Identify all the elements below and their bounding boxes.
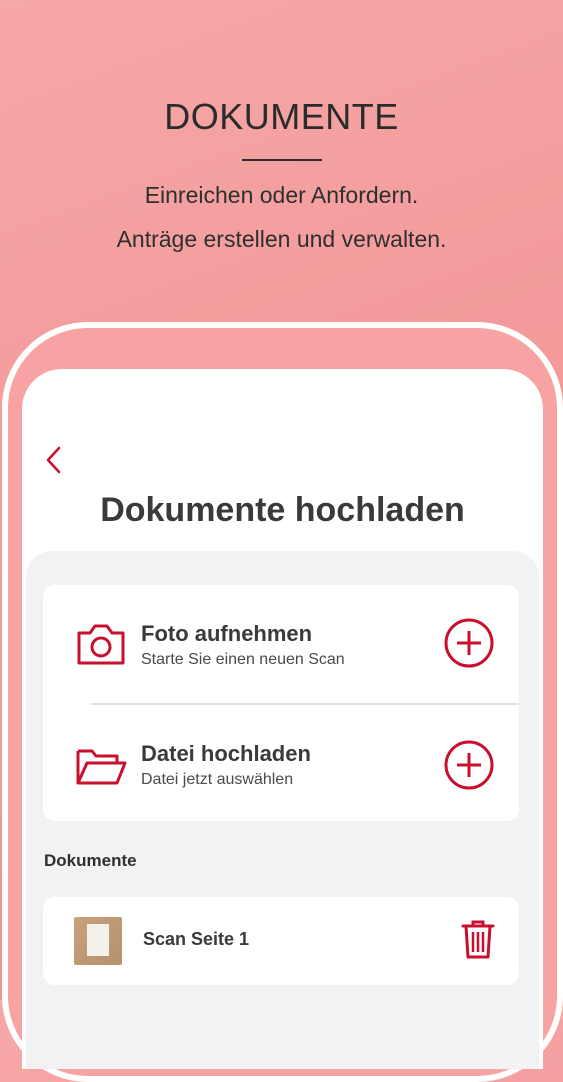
hero-divider bbox=[242, 159, 322, 161]
back-button[interactable] bbox=[44, 445, 64, 475]
documents-section-label: Dokumente bbox=[44, 851, 137, 870]
hero-subtitle-line1: Einreichen oder Anfordern. bbox=[144, 182, 419, 208]
take-photo-row[interactable]: Foto aufnehmen Starte Sie einen neuen Sc… bbox=[43, 585, 519, 703]
page-title: Dokumente hochladen bbox=[100, 491, 465, 529]
upload-file-subtitle: Datei jetzt auswählen bbox=[141, 771, 294, 788]
document-thumbnail bbox=[74, 917, 122, 965]
upload-file-title: Datei hochladen bbox=[141, 741, 311, 766]
document-name: Scan Seite 1 bbox=[143, 929, 250, 949]
camera-icon bbox=[77, 624, 125, 665]
hero-title: DOKUMENTE bbox=[164, 96, 399, 137]
chevron-left-icon bbox=[46, 446, 61, 474]
folder-icon bbox=[76, 749, 127, 785]
take-photo-subtitle: Starte Sie einen neuen Scan bbox=[141, 651, 345, 668]
trash-icon[interactable] bbox=[461, 919, 495, 959]
take-photo-title: Foto aufnehmen bbox=[141, 621, 313, 646]
phone-screen: Dokumente hochladen Foto aufnehmen Start… bbox=[22, 369, 543, 1069]
content-area: Foto aufnehmen Starte Sie einen neuen Sc… bbox=[26, 551, 539, 1069]
hero-subtitle-line2: Anträge erstellen und verwalten. bbox=[116, 226, 447, 252]
add-file-button[interactable] bbox=[443, 739, 495, 791]
upload-actions-card: Foto aufnehmen Starte Sie einen neuen Sc… bbox=[43, 585, 519, 821]
upload-file-row[interactable]: Datei hochladen Datei jetzt auswählen bbox=[43, 705, 519, 823]
add-photo-button[interactable] bbox=[443, 617, 495, 669]
document-list-item[interactable]: Scan Seite 1 bbox=[43, 897, 519, 985]
